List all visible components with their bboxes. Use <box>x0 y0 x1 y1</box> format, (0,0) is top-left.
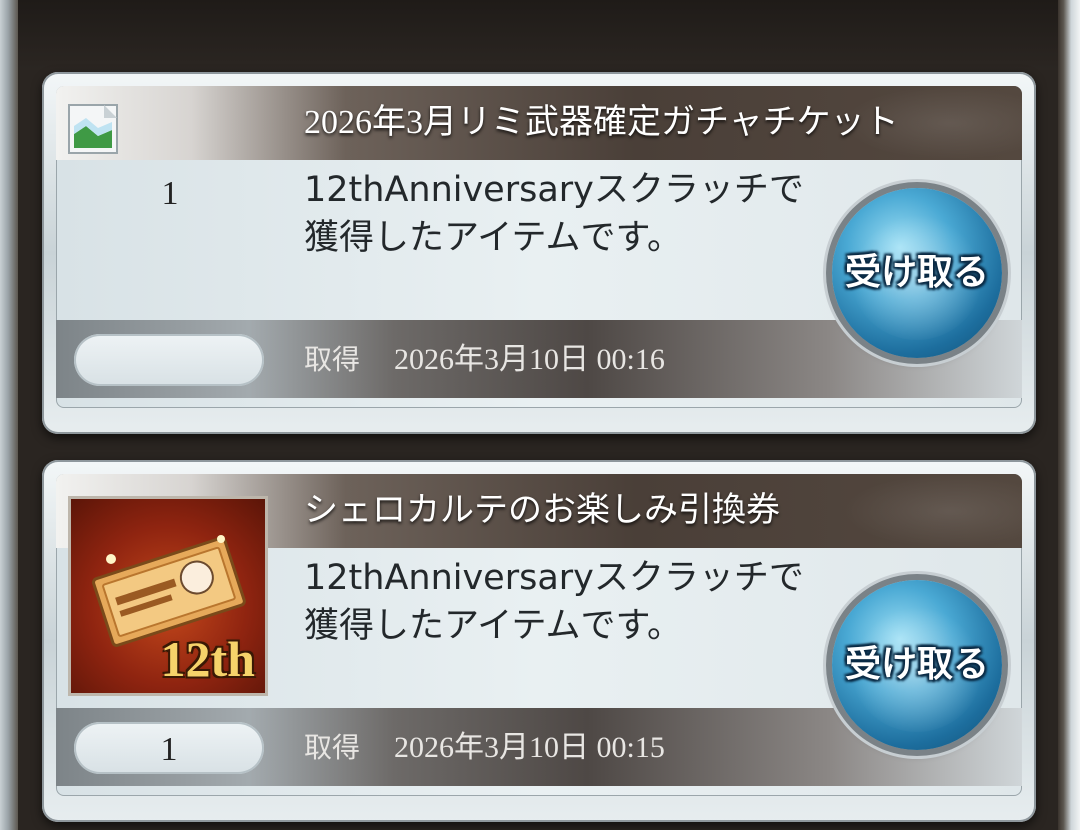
present-item-card: シェロカルテのお楽しみ引換券 12thAnniversaryスクラッチで獲得した… <box>42 460 1036 822</box>
item-description: 12thAnniversaryスクラッチで獲得したアイテムです。 <box>304 558 804 646</box>
ticket-badge-text: 12th <box>160 631 255 687</box>
quantity-pill: 1 <box>74 722 264 774</box>
acquired-label: 取得 <box>304 343 361 376</box>
claim-button-label: 受け取る <box>844 252 989 293</box>
left-frame <box>0 0 18 830</box>
title-band: 2026年3月リミ武器確定ガチャチケット <box>56 86 1022 160</box>
claim-button[interactable]: 受け取る <box>832 580 1002 750</box>
list-top-area <box>18 0 1058 70</box>
present-item-card: 2026年3月リミ武器確定ガチャチケット 1 12thAnniversaryスク… <box>42 72 1036 434</box>
quantity-pill <box>74 334 264 386</box>
acquired-date: 2026年3月10日 00:16 <box>394 343 665 376</box>
item-title: シェロカルテのお楽しみ引換券 <box>304 492 780 529</box>
item-title: 2026年3月リミ武器確定ガチャチケット <box>304 104 899 141</box>
broken-image-icon <box>68 104 118 154</box>
acquired-date: 2026年3月10日 00:15 <box>394 731 665 764</box>
claim-button-label: 受け取る <box>844 644 989 685</box>
scrollbar[interactable] <box>1058 0 1080 830</box>
claim-button[interactable]: 受け取る <box>832 188 1002 358</box>
item-quantity: 1 <box>160 731 178 768</box>
item-quantity: 1 <box>161 175 179 212</box>
acquired-label: 取得 <box>304 731 361 764</box>
item-description: 12thAnniversaryスクラッチで獲得したアイテムです。 <box>304 170 804 258</box>
siero-ticket-icon: 12th <box>68 496 268 696</box>
